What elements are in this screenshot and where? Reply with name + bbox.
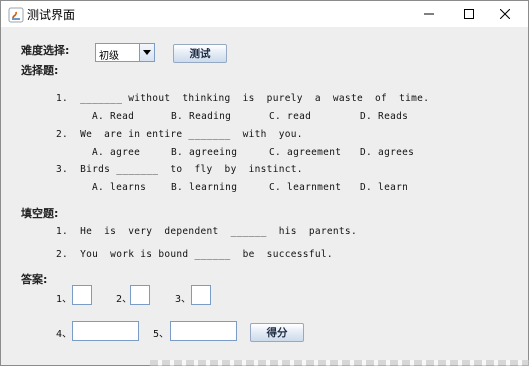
choice-1-option-c: C. read [269, 111, 312, 122]
background-strip [150, 360, 529, 366]
answer-1-label: 1、 [56, 294, 73, 305]
answer-5-field[interactable] [170, 321, 237, 341]
choice-3-option-d: D. learn [360, 182, 409, 193]
answer-1-field[interactable] [72, 285, 92, 305]
choice-question-2: 2. We are in entire _______ with you. [56, 129, 303, 140]
minimize-icon [424, 13, 434, 15]
chevron-down-icon [143, 50, 151, 55]
answer-4-label: 4、 [56, 329, 73, 340]
choice-2-option-a: A. agree [92, 147, 141, 158]
dropdown-arrow[interactable] [139, 44, 154, 61]
choice-3-option-c: C. learnment [269, 182, 342, 193]
answer-3-label: 3、 [175, 294, 192, 305]
fill-question-1: 1. He is very dependent ______ his paren… [56, 226, 357, 237]
test-button[interactable]: 测试 [173, 44, 227, 63]
score-button[interactable]: 得分 [250, 323, 304, 342]
choice-3-option-a: A. learns [92, 182, 147, 193]
choice-1-option-b: B. Reading [171, 111, 232, 122]
maximize-icon [464, 9, 474, 19]
title-bar: 测试界面 [1, 1, 528, 27]
fill-question-2: 2. You work is bound ______ be successfu… [56, 249, 333, 260]
choice-1-option-d: D. Reads [360, 111, 409, 122]
answer-4-field[interactable] [72, 321, 139, 341]
choice-2-option-d: D. agrees [360, 147, 415, 158]
difficulty-label: 难度选择: [21, 44, 70, 57]
main-window: 测试界面 难度选择: 初级 测试 选择题: 1. _______ without… [0, 0, 529, 366]
answer-3-field[interactable] [191, 285, 211, 305]
answers-heading: 答案: [21, 273, 48, 286]
choice-2-option-b: B. agreeing [171, 147, 238, 158]
choice-question-1: 1. _______ without thinking is purely a … [56, 93, 430, 104]
answer-5-label: 5、 [153, 329, 170, 340]
difficulty-selected-value: 初级 [99, 51, 119, 62]
answer-2-field[interactable] [130, 285, 150, 305]
close-icon [500, 9, 510, 19]
choice-heading: 选择题: [21, 64, 59, 77]
java-app-icon [8, 7, 24, 23]
choice-3-option-b: B. learning [171, 182, 238, 193]
difficulty-select[interactable]: 初级 [95, 43, 155, 62]
content-pane: 难度选择: 初级 测试 选择题: 1. _______ without thin… [1, 27, 528, 365]
choice-2-option-c: C. agreement [269, 147, 342, 158]
close-button[interactable] [482, 1, 528, 27]
choice-question-3: 3. Birds _______ to fly by instinct. [56, 164, 303, 175]
choice-1-option-a: A. Read [92, 111, 135, 122]
window-title: 测试界面 [27, 8, 76, 22]
fill-heading: 填空题: [21, 207, 59, 220]
